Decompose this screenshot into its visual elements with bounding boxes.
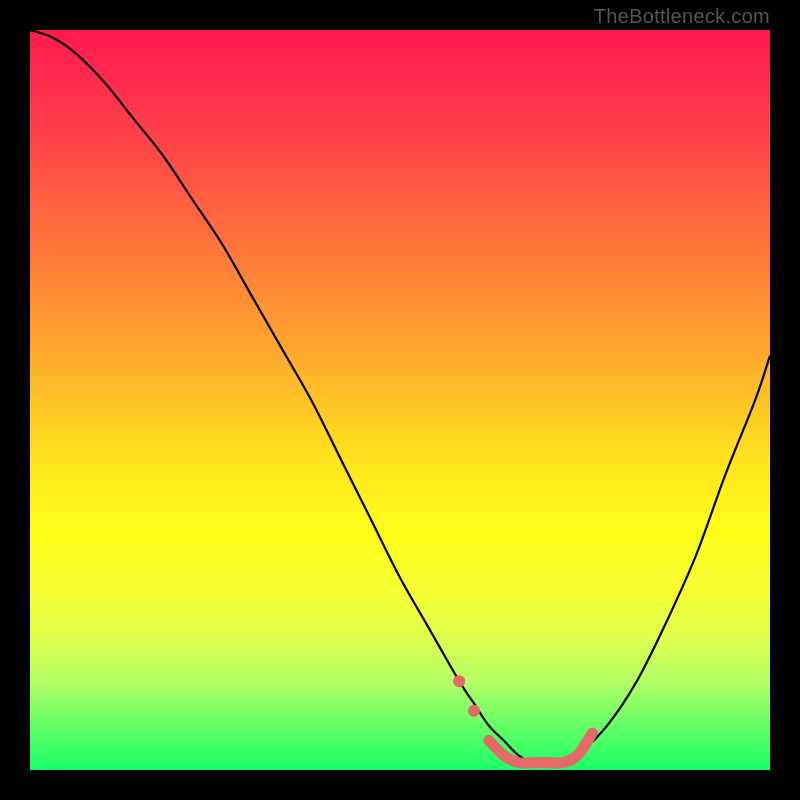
curve-layer	[30, 30, 770, 770]
plot-area	[30, 30, 770, 770]
chart-frame: TheBottleneck.com	[0, 0, 800, 800]
optimal-range-marker	[489, 733, 593, 763]
marker-dot-2	[468, 705, 480, 717]
watermark-text: TheBottleneck.com	[594, 6, 770, 29]
bottleneck-curve	[30, 30, 770, 763]
marker-dot-1	[453, 675, 465, 687]
